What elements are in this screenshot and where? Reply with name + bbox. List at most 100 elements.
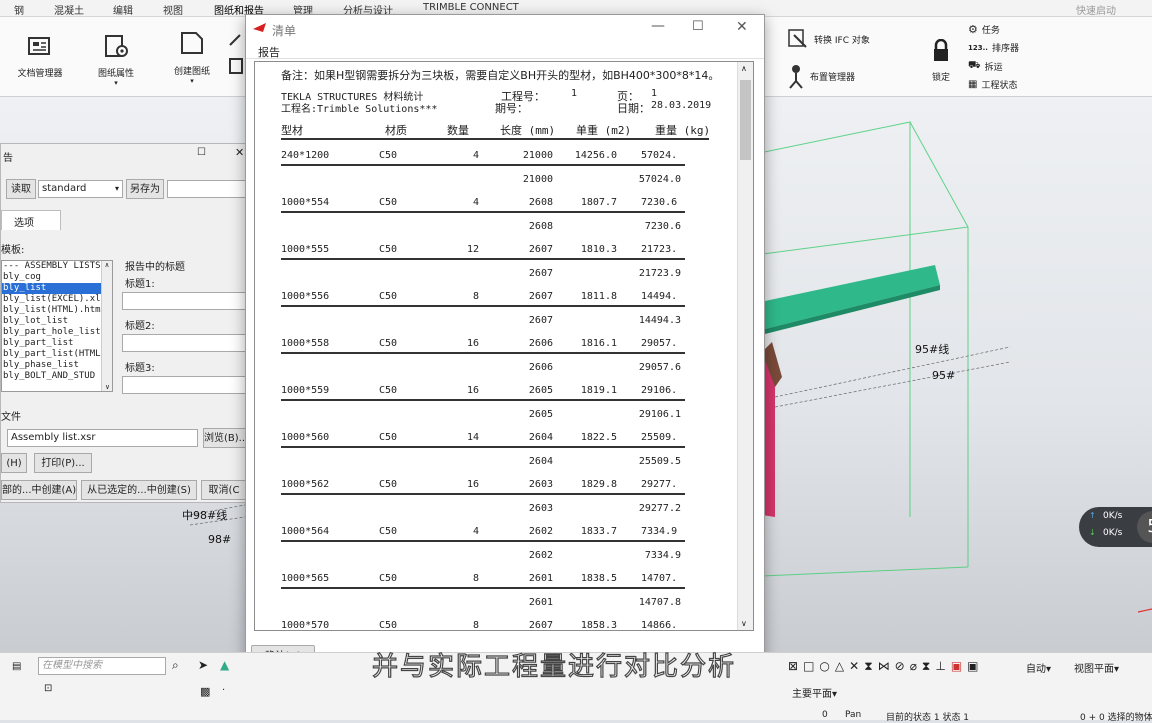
minimize-icon[interactable]: — [651, 18, 665, 34]
subtotal-weight-cell: 21723.9 [638, 268, 681, 279]
list-item[interactable]: bly_list [2, 283, 112, 294]
snap-hourglass-icon[interactable]: ⧗ [864, 659, 872, 674]
sequencer-button[interactable]: 123.. 排序器 [968, 41, 1019, 55]
snap-nearest-icon[interactable]: ⌀ [910, 659, 917, 674]
zoom-icon[interactable]: ⊡ [44, 683, 52, 694]
snap-box-x-icon[interactable]: ⊠ [788, 659, 798, 674]
snap-perp-icon[interactable]: ⊥ [935, 659, 945, 674]
template-scrollbar[interactable]: ∧ ∨ [101, 261, 112, 391]
profile-cell: 1000*560 [281, 432, 330, 443]
title3-input[interactable] [122, 376, 247, 394]
select-pointer-icon[interactable]: ➤ [198, 658, 208, 672]
maximize-icon[interactable]: ☐ [692, 19, 704, 34]
report-scrollbar[interactable]: ∧ ∨ [737, 62, 753, 630]
tab-options[interactable]: 选项 [1, 210, 61, 230]
header-divider [281, 138, 709, 140]
save-as-button[interactable]: 另存为 [126, 179, 164, 199]
menu-edit[interactable]: 编辑 [113, 2, 133, 17]
project-status-button[interactable]: ▦ 工程状态 [968, 78, 1017, 91]
list-item[interactable]: bly_phase_list [2, 360, 112, 371]
model-search-input[interactable]: 在模型中搜索 [38, 657, 166, 675]
drawing-properties-button[interactable]: 图纸属性 ▾ [90, 33, 142, 87]
lock-button[interactable]: 锁定 [926, 38, 956, 83]
snap-square-icon[interactable]: □ [803, 659, 814, 674]
profile-cell: 1000*556 [281, 291, 330, 302]
quick-launch-input[interactable]: 快速启动 [1076, 2, 1116, 17]
create-from-all-button[interactable]: 部的...中创建(A) [1, 480, 77, 500]
row-divider [281, 540, 685, 542]
list-item[interactable]: bly_part_list [2, 338, 112, 349]
list-item[interactable]: bly_list(HTML).htm [2, 305, 112, 316]
unit-weight-cell: 1858.3 [580, 620, 617, 631]
snap-grid-icon[interactable]: ▩ [200, 685, 210, 698]
column-header-qty: 数量 [447, 124, 469, 137]
menu-view[interactable]: 视图 [163, 2, 183, 17]
dismantle-button[interactable]: ⛟ 拆运 [968, 60, 1003, 73]
row-divider [281, 352, 685, 354]
menu-steel[interactable]: 钢 [14, 2, 24, 17]
convert-ifc-button[interactable]: 转换 IFC 对象 [786, 27, 870, 51]
title1-input[interactable] [122, 292, 247, 310]
browse-button[interactable]: 浏览(B)... [203, 428, 249, 448]
sequencer-icon: 123.. [968, 43, 988, 52]
subtotal-length-cell: 2608 [528, 221, 553, 232]
snap-cross-icon[interactable]: ✕ [849, 659, 859, 674]
length-cell: 2604 [528, 432, 553, 443]
length-cell: 2607 [528, 291, 553, 302]
standard-select[interactable]: standard ▾ [38, 180, 123, 198]
snap-bowtie-icon[interactable]: ⋈ [878, 659, 890, 674]
read-button[interactable]: 读取 [6, 179, 36, 199]
snap-circle-icon[interactable]: ○ [819, 659, 829, 674]
list-item[interactable]: bly_list(EXCEL).xl [2, 294, 112, 305]
list-item[interactable]: --- ASSEMBLY LISTS [2, 261, 112, 272]
net-download: 0K/s [1103, 528, 1123, 538]
grid-label-98: 98# [208, 533, 232, 546]
auto-select[interactable]: 自动▾ [1026, 660, 1051, 675]
layout-manager-label: 布置管理器 [810, 72, 856, 83]
list-item[interactable]: bly_cog [2, 272, 112, 283]
close-icon[interactable]: ✕ [235, 146, 244, 159]
view-plane-select[interactable]: 视图平面▾ [1074, 660, 1119, 675]
steel-beam[interactable] [760, 265, 940, 329]
snap-triangle-icon[interactable]: △ [835, 659, 844, 674]
snap-point-icon[interactable]: · [222, 685, 225, 696]
create-drawing-button[interactable]: 创建图纸 ▾ [166, 29, 218, 85]
list-item[interactable]: bly_part_hole_list [2, 327, 112, 338]
panel-toggle-icon[interactable]: ▤ [12, 661, 21, 672]
menu-trimble-connect[interactable]: TRIMBLE CONNECT [423, 2, 519, 13]
task-button[interactable]: ⚙ 任务 [968, 23, 1000, 36]
model-search-placeholder: 在模型中搜索 [42, 660, 102, 671]
select-shape-icon[interactable]: ▲ [220, 658, 229, 672]
qty-cell: 4 [472, 197, 479, 208]
file-input[interactable]: Assembly list.xsr [7, 429, 198, 447]
template-list[interactable]: --- ASSEMBLY LISTS bly_cog bly_list bly_… [1, 260, 113, 392]
restore-icon[interactable]: ☐ [197, 147, 206, 158]
cancel-button[interactable]: 取消(C [201, 480, 247, 500]
print-button[interactable]: 打印(P)... [34, 453, 92, 473]
document-manager-button[interactable]: 文档管理器 [12, 33, 68, 79]
main-plane-select[interactable]: 主要平面▾ [792, 685, 837, 700]
snap-free-icon[interactable]: ⊘ [895, 659, 905, 674]
snap-dark-icon[interactable]: ▣ [967, 659, 978, 674]
create-from-selected-button[interactable]: 从已选定的...中创建(S) [81, 480, 197, 500]
list-item[interactable]: bly_lot_list [2, 316, 112, 327]
title2-input[interactable] [122, 334, 247, 352]
weight-cell: 7230.6 [641, 197, 678, 208]
list-item[interactable]: bly_BOLT_AND_STUD [2, 371, 112, 382]
list-item[interactable]: bly_part_list(HTML [2, 349, 112, 360]
help-button[interactable]: (H) [1, 453, 27, 473]
save-as-input[interactable] [167, 180, 247, 198]
menu-report[interactable]: 报告 [258, 44, 280, 60]
network-widget[interactable]: ↑ 0K/s ↓ 0K/s 5 [1079, 507, 1152, 547]
dialog-titlebar[interactable]: 清单 — ☐ ✕ [246, 15, 764, 43]
layout-manager-button[interactable]: 布置管理器 [786, 63, 855, 89]
report-content[interactable]: 备注：如果H型钢需要拆分为三块板，需要自定义BH开头的型材，如BH400*300… [254, 61, 754, 631]
close-icon[interactable]: ✕ [736, 19, 748, 35]
snap-hourglass-2-icon[interactable]: ⧗ [922, 659, 930, 674]
menu-concrete[interactable]: 混凝土 [54, 2, 84, 17]
snap-color-icon[interactable]: ▣ [951, 659, 962, 674]
scroll-down-icon[interactable]: ∨ [741, 619, 747, 628]
scroll-up-icon[interactable]: ∧ [741, 64, 747, 73]
search-icon[interactable]: ⌕ [172, 658, 179, 673]
scroll-thumb[interactable] [740, 80, 751, 160]
